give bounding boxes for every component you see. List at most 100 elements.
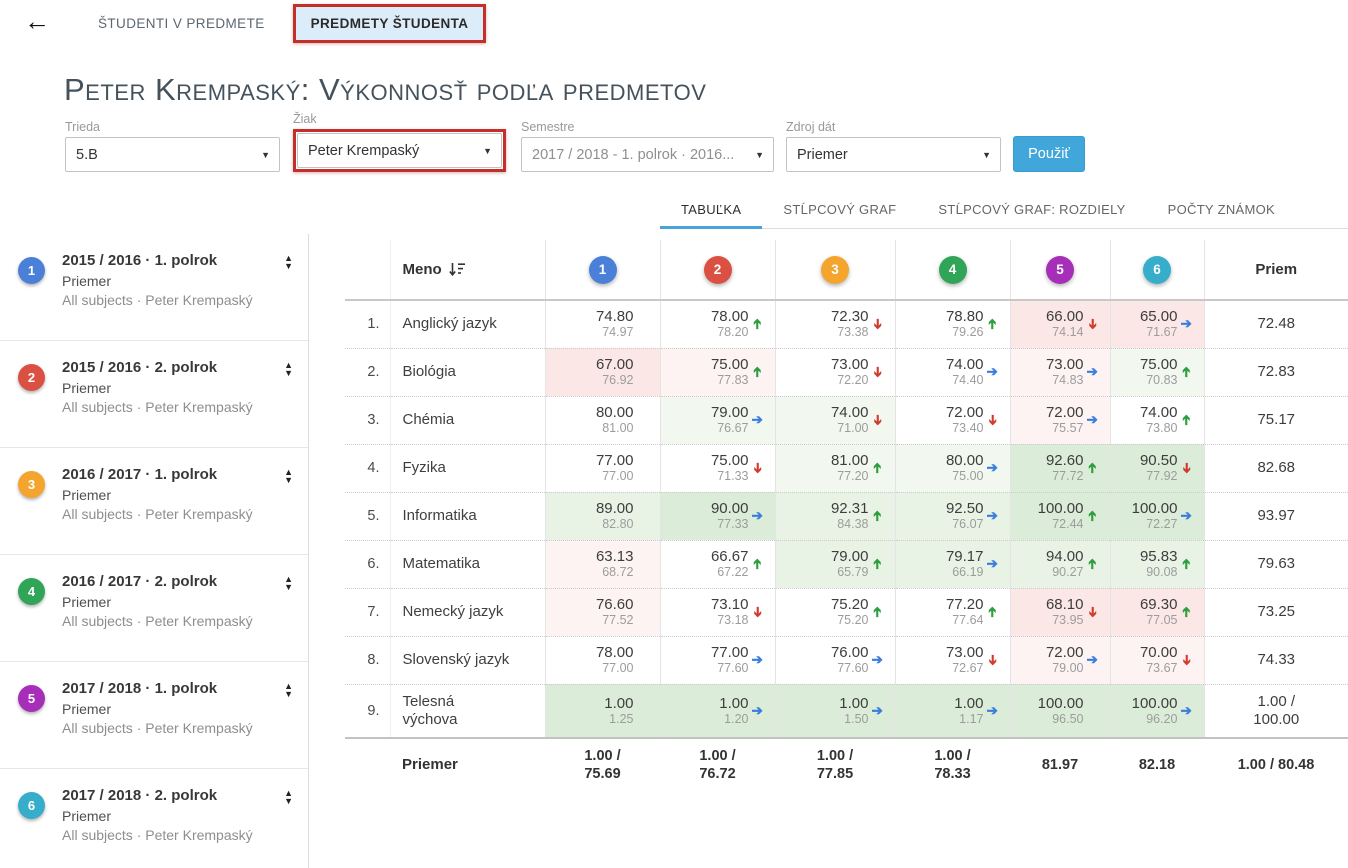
class-average-value: 71.67 xyxy=(1140,325,1178,340)
row-number: 8. xyxy=(345,636,390,684)
score-cell: 77.0077.00 xyxy=(545,444,660,492)
trend-right-icon: ➔ xyxy=(987,364,1006,380)
trend-right-icon: ➔ xyxy=(752,652,771,668)
row-average: 72.83 xyxy=(1204,348,1348,396)
filter-select[interactable]: Priemer▼ xyxy=(786,137,1001,172)
period-item-body: 2016 / 2017 · 1. polrokPriemerAll subjec… xyxy=(62,466,272,522)
row-average: 82.68 xyxy=(1204,444,1348,492)
view-tab[interactable]: STĹPCOVÝ GRAF xyxy=(762,193,917,228)
trend-up-icon: ➔ xyxy=(872,556,891,572)
filter-select[interactable]: 5.B▼ xyxy=(65,137,280,172)
period-item[interactable]: 32016 / 2017 · 1. polrokPriemerAll subje… xyxy=(0,448,308,555)
score-cell: 74.0071.00➔ xyxy=(775,396,895,444)
period-item-body: 2016 / 2017 · 2. polrokPriemerAll subjec… xyxy=(62,573,272,629)
class-average-value: 72.20 xyxy=(831,373,869,388)
sort-handle-icon[interactable]: ▲▼ xyxy=(284,575,293,591)
sort-handle-icon[interactable]: ▲▼ xyxy=(284,789,293,805)
score-value: 66.00 xyxy=(1046,308,1084,325)
class-average-value: 82.80 xyxy=(596,517,634,532)
view-tab-active[interactable]: TABUĽKA xyxy=(660,193,762,228)
class-average-value: 68.72 xyxy=(596,565,634,580)
period-detail: All subjects · Peter Krempaský xyxy=(62,720,272,736)
trend-down-icon: ➔ xyxy=(872,316,891,332)
sort-handle-icon[interactable]: ▲▼ xyxy=(284,468,293,484)
trend-down-icon: ➔ xyxy=(1181,460,1200,476)
trend-right-icon: ➔ xyxy=(987,556,1006,572)
class-average-value: 77.52 xyxy=(596,613,634,628)
class-average-value: 96.20 xyxy=(1132,712,1178,727)
column-header-name[interactable]: Meno xyxy=(390,240,545,300)
class-average-value: 77.60 xyxy=(831,661,869,676)
period-item[interactable]: 12015 / 2016 · 1. polrokPriemerAll subje… xyxy=(0,234,308,341)
period-title: 2015 / 2016 · 1. polrok xyxy=(62,252,272,269)
score-value: 100.00 xyxy=(1038,500,1084,517)
score-cell: 69.3077.05➔ xyxy=(1110,588,1204,636)
trend-right-icon: ➔ xyxy=(1087,364,1106,380)
score-cell: 79.0065.79➔ xyxy=(775,540,895,588)
series-badge: 5 xyxy=(1046,256,1074,284)
filter-value: Priemer xyxy=(797,147,848,163)
top-tab[interactable]: ŠTUDENTI V PREDMETE xyxy=(86,11,277,36)
trend-up-icon: ➔ xyxy=(1087,508,1106,524)
sort-handle-icon[interactable]: ▲▼ xyxy=(284,361,293,377)
class-average-value: 81.00 xyxy=(596,421,634,436)
table-row: 3.Chémia80.0081.0079.0076.67➔74.0071.00➔… xyxy=(345,396,1348,444)
apply-button[interactable]: Použiť xyxy=(1013,136,1085,172)
period-item[interactable]: 62017 / 2018 · 2. polrokPriemerAll subje… xyxy=(0,769,308,868)
score-value: 77.00 xyxy=(711,644,749,661)
period-number-badge: 6 xyxy=(18,792,45,819)
class-average-value: 75.57 xyxy=(1046,421,1084,436)
score-value: 80.00 xyxy=(596,404,634,421)
filter-select[interactable]: Peter Krempaský▼ xyxy=(297,133,502,168)
row-average: 1.00 / 100.00 xyxy=(1204,684,1348,738)
class-average-value: 66.19 xyxy=(946,565,984,580)
score-cell: 80.0081.00 xyxy=(545,396,660,444)
period-item[interactable]: 52017 / 2018 · 1. polrokPriemerAll subje… xyxy=(0,662,308,769)
top-tab-active[interactable]: PREDMETY ŠTUDENTA xyxy=(293,4,487,43)
sort-handle-icon[interactable]: ▲▼ xyxy=(284,682,293,698)
period-item[interactable]: 22015 / 2016 · 2. polrokPriemerAll subje… xyxy=(0,341,308,448)
score-cell: 73.1073.18➔ xyxy=(660,588,775,636)
score-cell: 1.001.17➔ xyxy=(895,684,1010,738)
trend-right-icon: ➔ xyxy=(752,703,771,719)
score-cell: 81.0077.20➔ xyxy=(775,444,895,492)
view-tab[interactable]: STĹPCOVÝ GRAF: ROZDIELY xyxy=(917,193,1146,228)
score-value: 75.20 xyxy=(831,596,869,613)
period-title: 2015 / 2016 · 2. polrok xyxy=(62,359,272,376)
view-tab[interactable]: POČTY ZNÁMOK xyxy=(1147,193,1296,228)
score-cell: 100.0096.20➔ xyxy=(1110,684,1204,738)
period-subtitle: Priemer xyxy=(62,701,272,717)
filter-select[interactable]: 2017 / 2018 - 1. polrok · 2016...▼ xyxy=(521,137,774,172)
score-cell: 76.6077.52 xyxy=(545,588,660,636)
score-value: 74.80 xyxy=(596,308,634,325)
trend-right-icon: ➔ xyxy=(1181,703,1200,719)
score-cell: 63.1368.72 xyxy=(545,540,660,588)
class-average-value: 76.67 xyxy=(711,421,749,436)
results-table-wrap: Meno123456Priem 1.Anglický jazyk74.8074.… xyxy=(345,240,1348,790)
sort-desc-icon: ▼ xyxy=(284,797,293,805)
sort-handle-icon[interactable]: ▲▼ xyxy=(284,254,293,270)
score-cell: 73.0074.83➔ xyxy=(1010,348,1110,396)
caret-down-icon: ▼ xyxy=(483,146,492,156)
class-average-value: 74.14 xyxy=(1046,325,1084,340)
class-average-value: 76.92 xyxy=(596,373,634,388)
class-average-value: 73.95 xyxy=(1046,613,1084,628)
period-item[interactable]: 42016 / 2017 · 2. polrokPriemerAll subje… xyxy=(0,555,308,662)
class-average-value: 1.25 xyxy=(604,712,633,727)
trend-up-icon: ➔ xyxy=(752,316,771,332)
filter-value: 2017 / 2018 - 1. polrok · 2016... xyxy=(532,147,734,163)
period-number-badge: 1 xyxy=(18,257,45,284)
table-row: 8.Slovenský jazyk78.0077.0077.0077.60➔76… xyxy=(345,636,1348,684)
score-value: 72.00 xyxy=(946,404,984,421)
class-average-value: 77.92 xyxy=(1140,469,1178,484)
subject-name: Fyzika xyxy=(390,444,545,492)
back-arrow-icon[interactable]: ← xyxy=(24,6,50,37)
trend-right-icon: ➔ xyxy=(1181,316,1200,332)
score-value: 72.30 xyxy=(831,308,869,325)
row-average: 79.63 xyxy=(1204,540,1348,588)
row-number: 3. xyxy=(345,396,390,444)
top-navigation: ← ŠTUDENTI V PREDMETE PREDMETY ŠTUDENTA xyxy=(0,0,1348,46)
row-average: 72.48 xyxy=(1204,300,1348,348)
series-badge: 1 xyxy=(589,256,617,284)
row-number: 2. xyxy=(345,348,390,396)
